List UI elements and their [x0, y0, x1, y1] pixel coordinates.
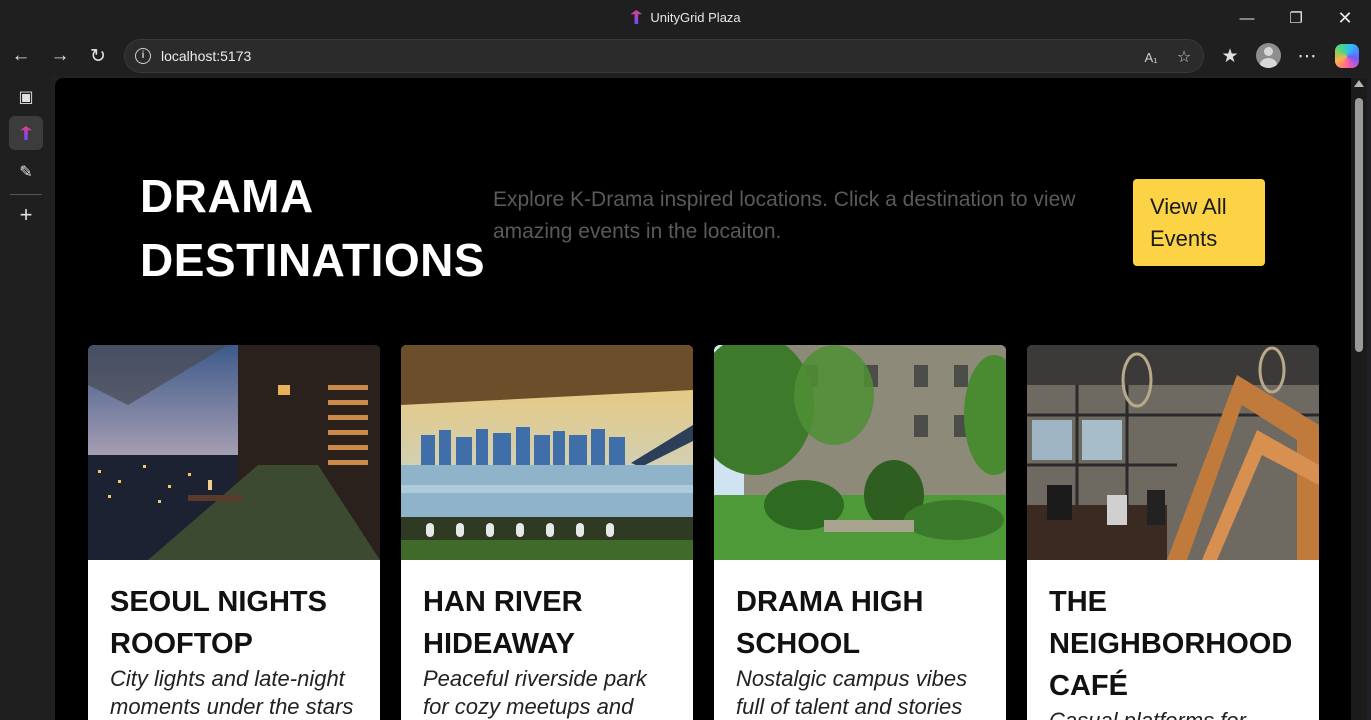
card-title-line: HIDEAWAY — [423, 628, 576, 660]
app-logo-icon — [630, 10, 643, 24]
card-title-line: ROOFTOP — [110, 628, 253, 660]
new-tab-icon[interactable]: + — [9, 198, 43, 232]
page-scrollbar[interactable] — [1351, 78, 1367, 720]
scrollbar-thumb[interactable] — [1355, 98, 1363, 352]
card-desc-line: Casual platforms for — [1049, 707, 1311, 720]
card-title-line: NEIGHBORHOOD — [1049, 628, 1293, 660]
copilot-icon[interactable] — [1335, 44, 1359, 68]
card-title: SEOUL NIGHTS ROOFTOP — [110, 581, 372, 665]
hero-description: Explore K-Drama inspired locations. Clic… — [493, 188, 1076, 243]
active-tab-icon[interactable] — [9, 116, 43, 150]
window-title: UnityGrid Plaza — [0, 10, 1371, 25]
card-description: City lights and late-night moments under… — [110, 665, 372, 720]
view-all-label-line2: Events — [1150, 225, 1218, 251]
favorite-star-icon[interactable]: ☆ — [1172, 45, 1196, 69]
card-image-cafe[interactable] — [1027, 345, 1319, 560]
view-all-events-button[interactable]: View All Events — [1133, 179, 1265, 266]
card-title-line: SCHOOL — [736, 628, 861, 660]
destination-card-drama-high-school[interactable]: DRAMA HIGH SCHOOL Nostalgic campus vibes… — [714, 345, 1006, 720]
destination-card-neighborhood-cafe[interactable]: THE NEIGHBORHOOD CAFÉ Casual platforms f… — [1027, 345, 1319, 720]
card-description: Nostalgic campus vibes full of talent an… — [736, 665, 998, 720]
url-text[interactable]: localhost:5173 — [161, 48, 251, 64]
card-desc-line: Nostalgic campus vibes — [736, 666, 968, 691]
destination-card-han-river-hideaway[interactable]: HAN RIVER HIDEAWAY Peaceful riverside pa… — [401, 345, 693, 720]
tab-actions-icon[interactable]: ▣ — [9, 80, 43, 114]
address-bar[interactable]: i localhost:5173 A₁ ☆ — [124, 39, 1204, 73]
destination-card-seoul-nights-rooftop[interactable]: SEOUL NIGHTS ROOFTOP City lights and lat… — [88, 345, 380, 720]
card-desc-line: Peaceful riverside park — [423, 666, 647, 691]
scroll-up-arrow-icon[interactable] — [1354, 80, 1364, 87]
card-title: DRAMA HIGH SCHOOL — [736, 581, 998, 665]
profile-avatar[interactable] — [1256, 43, 1281, 68]
window-title-text: UnityGrid Plaza — [650, 10, 741, 25]
site-info-icon[interactable]: i — [135, 48, 151, 64]
page-title-line2: DESTINATIONS — [140, 234, 486, 286]
card-image-rooftop[interactable] — [88, 345, 380, 560]
paint-brush-icon[interactable]: ✎ — [9, 155, 43, 189]
card-desc-line: moments under the stars — [110, 694, 354, 719]
window-titlebar: UnityGrid Plaza — ❐ ✕ — [0, 0, 1371, 36]
forward-icon[interactable]: → — [44, 40, 76, 72]
card-desc-line: City lights and late-night — [110, 666, 345, 691]
favorites-icon[interactable]: ★ — [1214, 40, 1246, 72]
card-title-line: SEOUL NIGHTS — [110, 586, 327, 618]
browser-sidebar: ▣ ✎ + — [0, 76, 52, 720]
page-title: DRAMA DESTINATIONS — [140, 164, 485, 292]
card-title: THE NEIGHBORHOOD CAFÉ — [1049, 581, 1311, 707]
card-title-line: THE — [1049, 586, 1107, 618]
card-title-line: DRAMA HIGH — [736, 586, 924, 618]
close-icon[interactable]: ✕ — [1322, 0, 1368, 36]
restore-icon[interactable]: ❐ — [1273, 0, 1319, 36]
minimize-icon[interactable]: — — [1224, 0, 1270, 36]
card-desc-line: for cozy meetups and — [423, 694, 634, 719]
card-title-line: CAFÉ — [1049, 670, 1128, 702]
more-options-icon[interactable]: ⋯ — [1291, 40, 1323, 72]
card-description: Peaceful riverside park for cozy meetups… — [423, 665, 685, 720]
page-viewport: DRAMA DESTINATIONS Explore K-Drama inspi… — [55, 78, 1351, 720]
refresh-icon[interactable]: ↻ — [82, 40, 114, 72]
view-all-label-line1: View All — [1150, 193, 1227, 219]
back-icon[interactable]: ← — [5, 40, 37, 72]
browser-toolbar: ← → ↻ i localhost:5173 A₁ ☆ ★ ⋯ — [0, 36, 1371, 76]
card-title-line: HAN RIVER — [423, 586, 583, 618]
card-image-high-school[interactable] — [714, 345, 1006, 560]
page-title-line1: DRAMA — [140, 170, 314, 222]
sidebar-divider — [10, 194, 42, 195]
card-description: Casual platforms for — [1049, 707, 1311, 720]
card-image-han-river[interactable] — [401, 345, 693, 560]
card-desc-line: full of talent and stories — [736, 694, 963, 719]
card-title: HAN RIVER HIDEAWAY — [423, 581, 685, 665]
read-aloud-icon[interactable]: A₁ — [1139, 45, 1163, 69]
